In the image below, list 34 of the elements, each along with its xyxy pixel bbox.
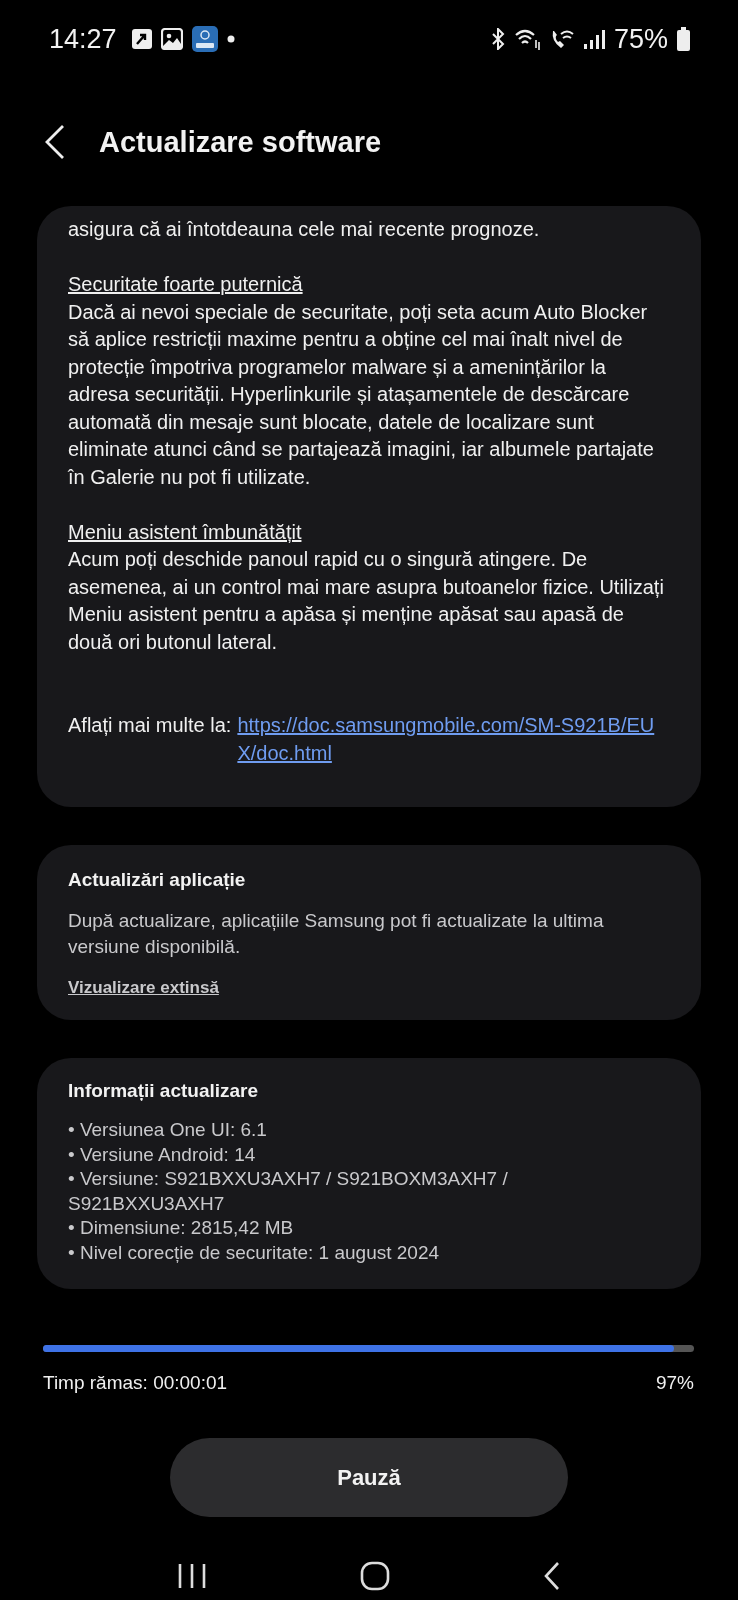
time-remaining: Timp rămas: 00:00:01 [43, 1372, 228, 1394]
card-title: Actualizări aplicație [68, 868, 247, 892]
pause-button[interactable]: Pauză [170, 1438, 568, 1517]
card-title: Informații actualizare [68, 1079, 260, 1103]
app-notification-icon [191, 26, 218, 52]
section-heading: Securitate foarte puternică [68, 272, 303, 297]
battery-icon [677, 27, 690, 51]
expanded-view-link[interactable]: Vizualizare extinsă [68, 978, 219, 998]
more-info-label: Aflați mai multe la: [68, 713, 232, 738]
clock: 14:27 [49, 23, 117, 55]
info-item: • Dimensiune: 2815,42 MB [68, 1216, 295, 1240]
bluetooth-icon [489, 28, 506, 50]
recent-apps-icon[interactable] [176, 1563, 207, 1589]
paragraph-text: Acum poți deschide panoul rapid cu o singură atingere. De asemenea, ai un control mai mare asupra butoanelor fizice. Utilizați Meniu asistent pentru a apăsa și menține apăsat sau apasă de două ori butonul lateral. [68, 547, 665, 655]
dot-icon [226, 35, 235, 43]
back-icon[interactable] [44, 124, 66, 160]
gallery-icon [160, 28, 183, 50]
info-item: • Versiunea One UI: 6.1 [68, 1118, 268, 1142]
info-item: • Nivel corecție de securitate: 1 august 2024 [68, 1240, 441, 1265]
signal-icon [582, 28, 605, 50]
page-title: Actualizare software [99, 125, 382, 159]
paragraph-text: Dacă ai nevoi speciale de securitate, poți seta acum Auto Blocker să aplice restricții maxime pentru a obține cel mai înalt nivel de protecție împotriva programelor malware și a amenințărilor la adresa securității. Hyperlinkurile și atașamentele de descărcare automată din mesaje sunt blocate, datele de localizare sunt eliminate atunci când se partajează imagini, iar albumele partajate în Galerie nu pot fi utilizate. [68, 299, 655, 490]
doc-link[interactable]: https://doc.samsungmobile.com/SM-S921B/EUX/doc.html [237, 712, 665, 767]
back-nav-icon[interactable] [543, 1561, 562, 1591]
card-description: După actualizare, aplicațiile Samsung pot fi actualizate la ultima versiune disponibilă. [68, 909, 605, 959]
section-heading: Meniu asistent îmbunătățit [68, 519, 302, 545]
wifi-icon [514, 28, 541, 50]
home-icon[interactable] [360, 1561, 390, 1591]
info-item: • Versiune: S921BXXU3AXH7 / S921BOXM3AXH7 / S921BXXU3AXH7 [68, 1167, 509, 1216]
battery-percentage: 75% [613, 23, 668, 55]
paragraph-text: asigura că ai întotdeauna cele mai recente prognoze. [68, 217, 541, 242]
info-item: • Versiune Android: 14 [68, 1142, 257, 1167]
share-notification-icon [131, 28, 152, 50]
progress-percent: 97% [655, 1372, 694, 1394]
